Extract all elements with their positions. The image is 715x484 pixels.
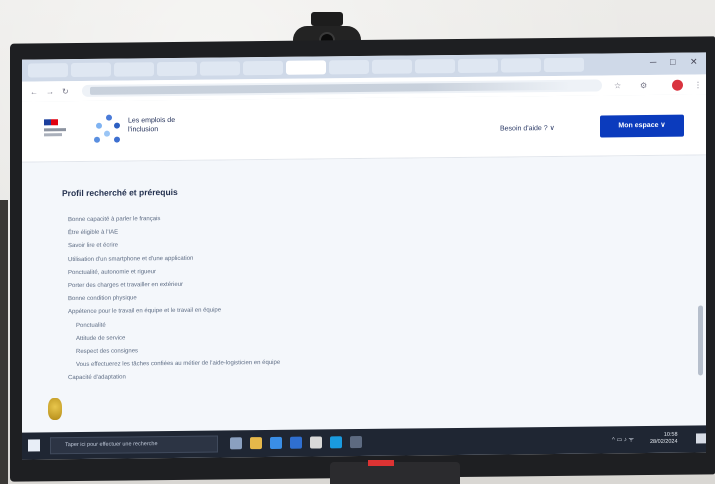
section-heading: Profil recherché et prérequis	[62, 186, 178, 199]
browser-tab[interactable]	[28, 63, 68, 78]
chrome-icon[interactable]	[310, 436, 322, 449]
notification-icon[interactable]	[696, 433, 706, 444]
bookmark-star-icon[interactable]: ☆	[614, 81, 621, 90]
list-item: Vous effectuerez les tâches confiées au …	[76, 359, 281, 369]
maximize-icon[interactable]: □	[670, 57, 675, 67]
browser-tab[interactable]	[372, 59, 412, 74]
monitor: ─ □ ✕ ← → ↻ ☆ ⚙ ⋮ Les emplois de l'inclu…	[10, 36, 715, 482]
back-icon[interactable]: ←	[30, 87, 38, 96]
browser-tab[interactable]	[157, 61, 197, 77]
main-content: Profil recherché et prérequis Bonne capa…	[22, 155, 706, 433]
sticker-ornament	[48, 398, 62, 420]
taskbar-clock[interactable]: 10:58 28/02/2024	[650, 432, 678, 446]
stand-label	[368, 460, 394, 466]
forward-icon[interactable]: →	[46, 87, 54, 96]
edge-icon[interactable]	[270, 436, 282, 449]
minimize-icon[interactable]: ─	[650, 57, 656, 67]
scrollbar[interactable]	[698, 305, 703, 376]
windows-start-icon[interactable]	[28, 439, 40, 452]
help-link[interactable]: Besoin d'aide ? ∨	[500, 124, 555, 133]
url-field[interactable]	[82, 79, 602, 97]
system-tray[interactable]: ^ ▭ ♪ ᯤ	[612, 435, 634, 443]
url-text	[90, 81, 570, 95]
browser-tab[interactable]	[415, 59, 455, 74]
taskbar-search-input[interactable]: Taper ici pour effectuer une recherche	[50, 435, 218, 455]
screen: ─ □ ✕ ← → ↻ ☆ ⚙ ⋮ Les emplois de l'inclu…	[22, 52, 706, 460]
site-header: Les emplois de l'inclusion Besoin d'aide…	[22, 94, 706, 163]
file-explorer-icon[interactable]	[250, 437, 262, 450]
requirements-list: Bonne capacité à parler le français Être …	[68, 212, 280, 386]
browser-tab[interactable]	[501, 58, 541, 73]
browser-tab[interactable]	[114, 62, 154, 77]
task-view-icon[interactable]	[230, 437, 242, 450]
browser-tab[interactable]	[243, 60, 283, 76]
clock-date: 28/02/2024	[650, 438, 678, 445]
desk-edge	[0, 200, 8, 484]
republique-francaise-logo	[44, 119, 66, 143]
site-logo-icon[interactable]	[94, 114, 124, 144]
app-icon[interactable]	[330, 436, 342, 449]
site-name[interactable]: Les emplois de l'inclusion	[128, 116, 198, 135]
outlook-icon[interactable]	[290, 436, 302, 449]
close-icon[interactable]: ✕	[690, 56, 698, 67]
webcam-clip	[311, 12, 343, 26]
teams-icon[interactable]	[350, 436, 362, 449]
browser-tab[interactable]	[200, 61, 240, 76]
reload-icon[interactable]: ↻	[62, 87, 69, 96]
browser-tab[interactable]	[544, 57, 584, 73]
monitor-stand	[330, 462, 460, 484]
windows-taskbar: Taper ici pour effectuer une recherche ^…	[22, 425, 706, 460]
browser-tab[interactable]	[71, 62, 111, 78]
extensions-icon[interactable]: ⚙	[640, 81, 647, 90]
browser-tab[interactable]	[329, 59, 369, 75]
browser-menu-icon[interactable]: ⋮	[694, 80, 702, 89]
record-indicator-icon[interactable]	[672, 79, 683, 91]
browser-tab[interactable]	[458, 58, 498, 73]
browser-tab[interactable]	[286, 60, 326, 75]
mon-espace-button[interactable]: Mon espace ∨	[600, 114, 684, 138]
list-item: Capacité d'adaptation	[68, 374, 126, 382]
